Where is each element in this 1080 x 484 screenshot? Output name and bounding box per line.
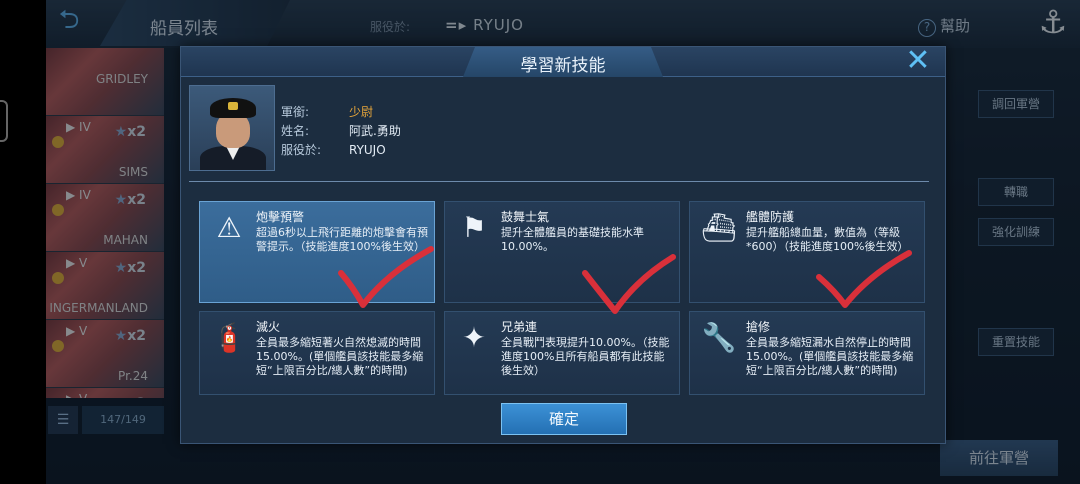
skill-card[interactable]: ⚠ 炮擊預警 超過6秒以上飛行距離的炮擊會有預警提示。（技能進度100%後生效） <box>199 201 435 303</box>
divider <box>189 181 929 182</box>
skill-card[interactable]: ⛴ 艦體防護 提升艦船總血量，數值為（等級*600）（技能進度100%後生效） <box>689 201 925 303</box>
skill-description: 全員戰鬥表現提升10.00%。（技能進度100%且所有船員都有此技能後生效） <box>501 336 670 377</box>
serving-on-value: RYUJO <box>349 143 386 157</box>
skill-description: 全員最多縮短漏水自然停止的時間15.00%。(單個艦員該技能最多縮短“上限百分比… <box>746 336 914 377</box>
repair-icon: 🔧 <box>701 321 737 354</box>
name-value: 阿武.勇助 <box>349 124 401 138</box>
skill-name: 艦體防護 <box>746 210 795 224</box>
game-screen: ⮌ 船員列表 服役於: =▸ RYUJO ? 幫助 ⚓ GRIDLEY ▶ IV ★… <box>0 0 1080 484</box>
skill-name: 鼓舞士氣 <box>501 210 550 224</box>
skill-description: 提升全體艦員的基礎技能水準10.00%。 <box>501 226 644 253</box>
skill-name: 搶修 <box>746 320 771 334</box>
rank-label: 軍銜: <box>281 105 310 119</box>
dialog-title: 學習新技能 <box>520 56 606 76</box>
rank-value: 少尉 <box>349 105 374 119</box>
turret-warning-icon: ⚠ <box>216 211 242 244</box>
skill-name: 滅火 <box>256 320 281 334</box>
extinguisher-icon: 🧯 <box>211 321 247 354</box>
skill-description: 提升艦船總血量，數值為（等級*600）（技能進度100%後生效） <box>746 226 909 253</box>
cap-badge-icon <box>228 102 238 110</box>
skill-card[interactable]: ⚑ 鼓舞士氣 提升全體艦員的基礎技能水準10.00%。 <box>444 201 680 303</box>
learn-skill-dialog: 學習新技能 ✕ 軍銜: 少尉 姓名: 阿武.勇助 服役於: RYUJO ⚠ 炮擊預警 … <box>180 46 946 444</box>
skill-name: 兄弟連 <box>501 320 538 334</box>
name-label: 姓名: <box>281 124 310 138</box>
brotherhood-icon: ✦ <box>462 321 486 354</box>
skill-card[interactable]: 🧯 滅火 全員最多縮短著火自然熄滅的時間15.00%。(單個艦員該技能最多縮短“… <box>199 311 435 395</box>
skill-name: 炮擊預警 <box>256 210 305 224</box>
confirm-button[interactable]: 確定 <box>501 403 627 435</box>
skill-description: 超過6秒以上飛行距離的炮擊會有預警提示。（技能進度100%後生效） <box>256 226 428 253</box>
crew-morale-icon: ⚑ <box>461 211 487 244</box>
close-icon[interactable]: ✕ <box>903 46 933 77</box>
serving-on-label: 服役於: <box>281 143 322 157</box>
skill-card[interactable]: 🔧 搶修 全員最多縮短漏水自然停止的時間15.00%。(單個艦員該技能最多縮短“… <box>689 311 925 395</box>
screen-edge <box>0 0 46 484</box>
side-handle[interactable] <box>0 100 8 142</box>
officer-portrait <box>189 85 275 171</box>
hull-protection-icon: ⛴ <box>701 211 737 244</box>
skill-description: 全員最多縮短著火自然熄滅的時間15.00%。(單個艦員該技能最多縮短“上限百分比… <box>256 336 424 377</box>
officer-info: 軍銜: 少尉 姓名: 阿武.勇助 服役於: RYUJO <box>281 103 401 160</box>
skill-card[interactable]: ✦ 兄弟連 全員戰鬥表現提升10.00%。（技能進度100%且所有船員都有此技能… <box>444 311 680 395</box>
